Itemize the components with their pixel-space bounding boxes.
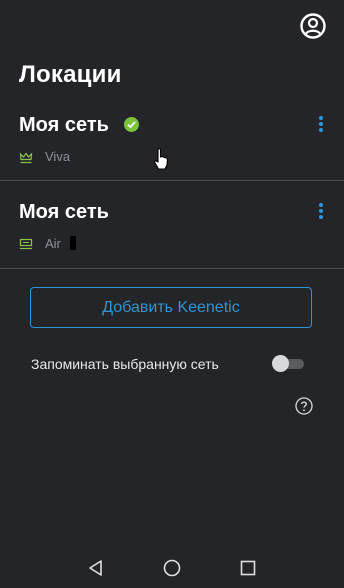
network-item[interactable]: Моя сеть Viva xyxy=(0,103,344,180)
router-crown-icon xyxy=(19,151,33,164)
more-vertical-icon[interactable] xyxy=(316,203,326,223)
add-keenetic-button[interactable]: Добавить Keenetic xyxy=(30,287,312,328)
remember-network-toggle[interactable] xyxy=(272,354,304,372)
page-title: Локации xyxy=(19,61,122,88)
network-item[interactable]: Моя сеть Air xyxy=(0,181,344,268)
redaction-mark xyxy=(70,236,76,250)
network-name: Моя сеть xyxy=(19,114,109,136)
network-model: Viva xyxy=(45,149,71,164)
back-triangle-icon[interactable] xyxy=(86,558,106,578)
recents-square-icon[interactable] xyxy=(238,558,258,578)
remember-network-label: Запоминать выбранную сеть xyxy=(31,356,219,372)
network-name: Моя сеть xyxy=(19,201,109,223)
network-model: Air xyxy=(45,236,61,251)
help-icon[interactable] xyxy=(295,397,313,415)
check-circle-icon xyxy=(124,117,139,132)
hand-cursor-icon xyxy=(152,147,170,171)
system-navigation-bar xyxy=(0,548,344,588)
more-vertical-icon[interactable] xyxy=(316,116,326,136)
home-circle-icon[interactable] xyxy=(162,558,182,578)
router-icon xyxy=(19,237,33,250)
account-icon[interactable] xyxy=(297,10,329,42)
toggle-knob xyxy=(272,355,289,372)
divider xyxy=(0,268,344,269)
